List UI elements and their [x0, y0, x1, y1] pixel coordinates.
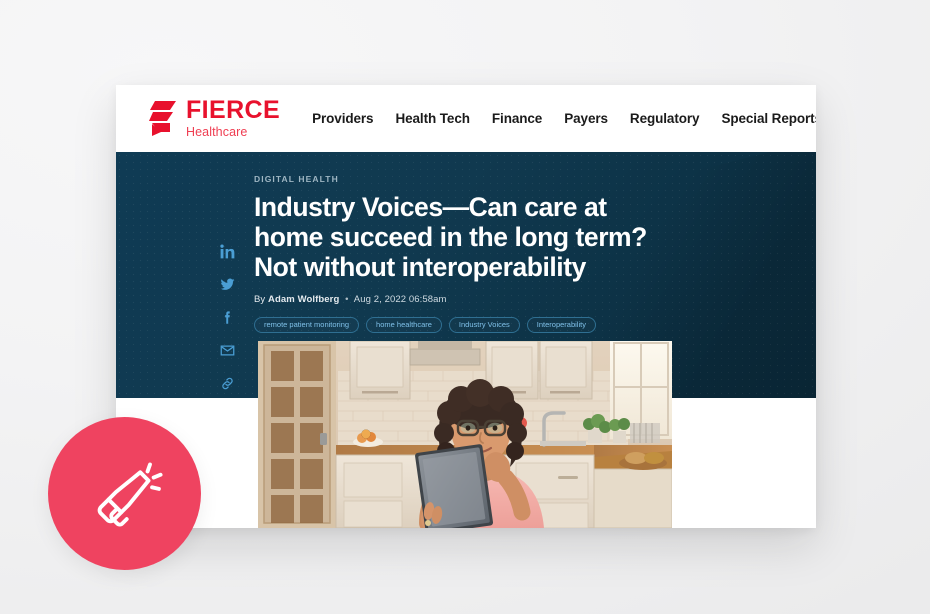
social-share-rail: [220, 244, 235, 391]
article-date: Aug 2, 2022 06:58am: [353, 293, 447, 305]
article-tag-list: remote patient monitoring home healthcar…: [254, 316, 674, 334]
site-header: FIERCE Healthcare Providers Health Tech …: [116, 85, 816, 152]
brand-logo[interactable]: FIERCE Healthcare: [149, 98, 280, 139]
tag-home-healthcare[interactable]: home healthcare: [366, 316, 442, 334]
nav-item-special-reports[interactable]: Special Reports: [721, 111, 816, 126]
twitter-icon[interactable]: [220, 277, 235, 292]
article-headline: Industry Voices—Can care at home succeed…: [254, 192, 647, 282]
byline-separator: •: [345, 293, 349, 305]
megaphone-icon: [86, 455, 164, 533]
email-icon[interactable]: [220, 343, 235, 358]
main-navigation: Providers Health Tech Finance Payers Reg…: [312, 111, 816, 126]
nav-item-regulatory[interactable]: Regulatory: [630, 111, 700, 126]
tag-interoperability[interactable]: Interoperability: [526, 316, 596, 334]
article-byline: By Adam Wolfberg • Aug 2, 2022 06:58am: [254, 294, 674, 305]
linkedin-icon[interactable]: [220, 244, 235, 259]
megaphone-badge[interactable]: [48, 417, 201, 570]
article-kicker: DIGITAL HEALTH: [254, 174, 339, 184]
brand-subtitle: Healthcare: [186, 125, 248, 140]
article-hero-image: [258, 341, 672, 528]
fierce-flame-logo-icon: [149, 99, 179, 139]
facebook-icon[interactable]: [220, 310, 235, 325]
tag-remote-patient-monitoring[interactable]: remote patient monitoring: [254, 316, 360, 334]
nav-item-providers[interactable]: Providers: [312, 111, 373, 126]
link-icon[interactable]: [220, 376, 235, 391]
nav-item-finance[interactable]: Finance: [492, 111, 542, 126]
tag-industry-voices[interactable]: Industry Voices: [448, 316, 520, 334]
nav-item-payers[interactable]: Payers: [564, 111, 608, 126]
kitchen-photo: [258, 341, 672, 528]
site-card: FIERCE Healthcare Providers Health Tech …: [116, 85, 816, 528]
page-backdrop: FIERCE Healthcare Providers Health Tech …: [0, 0, 930, 614]
byline-prefix: By: [254, 293, 266, 305]
brand-name: FIERCE: [186, 96, 281, 125]
article-author[interactable]: Adam Wolfberg: [268, 294, 339, 305]
nav-item-health-tech[interactable]: Health Tech: [395, 111, 470, 126]
